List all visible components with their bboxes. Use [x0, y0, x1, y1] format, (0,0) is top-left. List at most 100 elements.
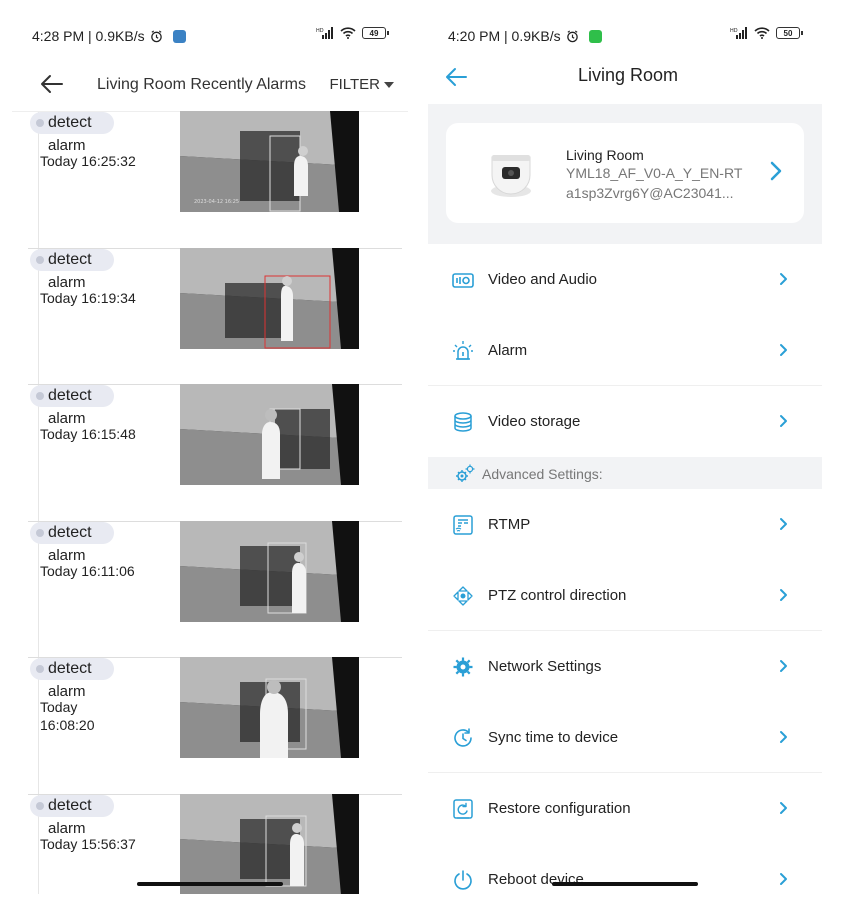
power-icon	[454, 870, 472, 890]
filter-label: FILTER	[329, 76, 380, 93]
chat-app-badge-icon	[589, 30, 603, 43]
alarms-header: Living Room Recently Alarms FILTER	[12, 56, 408, 112]
status-bar: 4:28 PM | 0.9KB/s HD 49	[12, 16, 408, 56]
snapshot-image: 2023-04-12 16:25	[180, 111, 359, 212]
device-model: YML18_AF_V0-A_Y_EN-RT	[566, 165, 743, 181]
status-icons: HD 49	[316, 27, 389, 39]
menu-label: RTMP	[488, 516, 531, 533]
svg-text:HD: HD	[730, 28, 738, 34]
video-audio-icon	[452, 273, 474, 288]
battery-level: 49	[369, 28, 379, 38]
menu-label: Alarm	[488, 342, 528, 359]
chevron-right-icon	[780, 660, 787, 672]
alarm-snapshot[interactable]	[180, 247, 359, 349]
status-time: 4:28 PM | 0.9KB/s	[32, 28, 187, 44]
alarm-timestamp: Today 16:11:06	[40, 562, 135, 579]
status-time-text: 4:28 PM | 0.9KB/s	[32, 28, 145, 44]
chevron-right-icon	[770, 161, 782, 181]
sync-clock-icon	[454, 728, 472, 747]
device-uid: a1sp3Zvrg6Y@AC23041...	[566, 185, 734, 201]
caret-down-icon	[384, 81, 394, 88]
event-type-badge: detect	[30, 521, 114, 544]
menu-label: Restore configuration	[488, 800, 631, 817]
menu-item-alarm[interactable]: Alarm	[428, 315, 822, 386]
menu-item-video-storage[interactable]: Video storage	[428, 386, 822, 457]
status-time: 4:20 PM | 0.9KB/s	[448, 28, 603, 44]
alarm-timestamp: Today 15:56:37	[40, 835, 136, 852]
alarm-timestamp: Today 16:15:48	[40, 426, 136, 442]
svg-text:HD: HD	[316, 28, 324, 34]
snapshot-image	[180, 793, 359, 894]
device-settings-screen: 4:20 PM | 0.9KB/s HD 50 Living Room Livi…	[428, 16, 822, 894]
event-type-badge: detect	[30, 248, 114, 271]
alarm-item[interactable]: detect alarm Today 16:25:32 2023-04-12 1…	[28, 111, 402, 249]
menu-item-restore-config[interactable]: Restore configuration	[428, 773, 822, 844]
menu-item-sync-time[interactable]: Sync time to device	[428, 702, 822, 773]
page-title: Living Room Recently Alarms	[97, 76, 306, 93]
vpn-badge-icon	[173, 30, 187, 43]
alarm-item[interactable]: detect alarm Today 16:08:20	[28, 657, 402, 795]
rtmp-stream-icon	[453, 515, 473, 535]
alarm-item[interactable]: detect alarm Today 16:11:06	[28, 520, 402, 658]
wifi-icon	[340, 27, 356, 39]
event-type-badge: detect	[30, 112, 114, 134]
alarm-timestamp: Today 16:08:20	[40, 699, 95, 733]
event-type-badge: detect	[30, 385, 114, 407]
home-indicator[interactable]	[552, 882, 698, 886]
alarm-snapshot[interactable]	[180, 793, 359, 894]
chevron-right-icon	[780, 802, 787, 814]
alarm-snapshot[interactable]	[180, 657, 359, 758]
wifi-icon	[754, 27, 770, 39]
home-indicator[interactable]	[137, 882, 283, 886]
gears-icon	[456, 464, 475, 482]
restore-icon	[453, 799, 473, 819]
menu-label: Sync time to device	[488, 729, 619, 746]
menu-item-ptz-control[interactable]: PTZ control direction	[428, 560, 822, 631]
snapshot-image	[180, 384, 359, 485]
menu-label: Video storage	[488, 413, 581, 430]
network-gear-icon	[453, 657, 473, 677]
menu-item-rtmp[interactable]: RTMP	[428, 489, 822, 560]
menu-item-reboot-device[interactable]: Reboot device	[428, 844, 822, 894]
chevron-right-icon	[780, 873, 787, 885]
menu-item-network-settings[interactable]: Network Settings	[428, 631, 822, 702]
camera-image	[491, 155, 531, 197]
alarm-item[interactable]: detect alarm Today 16:19:34	[28, 247, 402, 385]
chevron-right-icon	[780, 589, 787, 601]
event-type-badge: detect	[30, 794, 114, 817]
menu-label: Network Settings	[488, 658, 602, 675]
chevron-right-icon	[780, 415, 787, 427]
alarm-clock-icon	[151, 30, 163, 43]
svg-text:2023-04-12 16:25: 2023-04-12 16:25	[194, 199, 239, 205]
page-title: Living Room	[577, 65, 679, 85]
alarm-timestamp: Today 16:25:32	[40, 153, 136, 169]
menu-label: Video and Audio	[488, 271, 597, 288]
alarm-snapshot[interactable]	[180, 520, 359, 622]
battery-level: 50	[783, 28, 793, 38]
alarms-screen: 4:28 PM | 0.9KB/s HD 49 Living Room Rece…	[12, 16, 408, 894]
alarm-snapshot[interactable]: 2023-04-12 16:25	[180, 111, 359, 212]
alarm-item[interactable]: detect alarm Today 16:15:48	[28, 384, 402, 522]
chevron-right-icon	[780, 731, 787, 743]
event-type-badge: detect	[30, 658, 114, 680]
alarm-list: detect alarm Today 16:25:32 2023-04-12 1…	[28, 111, 402, 894]
alarm-item[interactable]: detect alarm Today 15:56:37	[28, 793, 402, 894]
chevron-right-icon	[780, 344, 787, 356]
signal-icon: HD	[730, 27, 747, 39]
status-bar: 4:20 PM | 0.9KB/s HD 50	[428, 16, 822, 56]
menu-item-video-audio[interactable]: Video and Audio	[428, 244, 822, 315]
menu-label: PTZ control direction	[488, 587, 627, 604]
database-icon	[454, 412, 472, 432]
device-name: Living Room	[566, 147, 644, 163]
device-summary-area: Living Room YML18_AF_V0-A_Y_EN-RT a1sp3Z…	[428, 104, 822, 244]
alarm-clock-icon	[567, 30, 579, 43]
status-icons: HD 50	[730, 27, 803, 39]
signal-icon: HD	[316, 27, 333, 39]
alarm-snapshot[interactable]	[180, 384, 359, 485]
back-arrow-icon[interactable]	[38, 70, 66, 98]
battery-icon: 49	[362, 27, 389, 39]
snapshot-image	[180, 657, 359, 758]
filter-button[interactable]: FILTER	[329, 76, 394, 93]
ptz-direction-icon	[453, 586, 473, 606]
device-card[interactable]: Living Room YML18_AF_V0-A_Y_EN-RT a1sp3Z…	[446, 123, 804, 223]
